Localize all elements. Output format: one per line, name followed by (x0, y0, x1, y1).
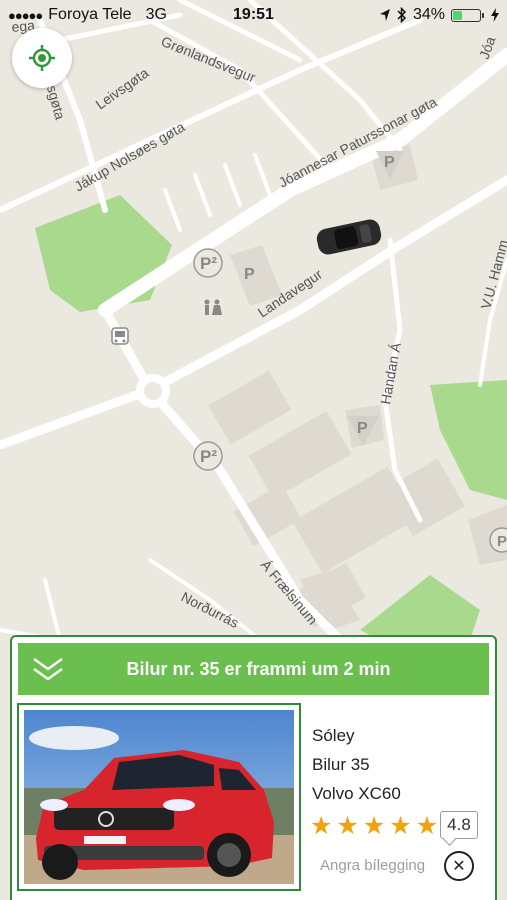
ride-info-panel: Bilur nr. 35 er frammi um 2 min Sóley Bi… (10, 635, 497, 900)
status-time: 19:51 (233, 6, 274, 23)
battery-percent: 34% (412, 6, 445, 23)
driver-name: Sóley (312, 726, 355, 745)
star-icon: ★ (389, 812, 412, 840)
star-icon: ★ (415, 812, 439, 840)
star-icon: ★ (336, 812, 359, 840)
car-image (24, 710, 294, 884)
parking-icon: P (244, 266, 255, 283)
charging-icon (491, 8, 499, 22)
status-bar: ●●●●● Foroya Tele 3G 19:51 34% (0, 0, 507, 30)
svg-text:P: P (244, 266, 255, 283)
cancel-booking-label[interactable]: Angra bílegging (320, 857, 425, 874)
car-photo-frame (17, 703, 301, 891)
arrival-banner[interactable]: Bilur nr. 35 er frammi um 2 min (18, 643, 489, 695)
parking-icon: P (489, 527, 507, 553)
location-arrow-icon (379, 9, 390, 21)
locate-me-button[interactable] (12, 28, 72, 88)
battery-icon (451, 8, 484, 22)
driver-info: Sóley Bilur 35 Volvo XC60 (312, 721, 401, 808)
roundabout (136, 374, 170, 408)
car-photo (24, 710, 294, 884)
svg-text:P: P (384, 154, 395, 171)
star-rating: ★ ★ ★ ★ ★ (310, 814, 438, 839)
double-chevron-down-icon (33, 657, 63, 681)
parking-icon: P² (193, 441, 223, 471)
svg-text:P²: P² (200, 254, 217, 273)
bluetooth-icon (397, 7, 407, 23)
close-icon: ✕ (452, 858, 466, 875)
rating-value: 4.8 (440, 811, 478, 839)
star-icon: ★ (362, 812, 386, 840)
star-icon: ★ (310, 812, 333, 840)
bus-stop-icon (111, 327, 129, 345)
arrival-message: Bilur nr. 35 er frammi um 2 min (126, 658, 391, 679)
collapse-button[interactable] (18, 643, 78, 695)
car-model: Volvo XC60 (312, 784, 401, 803)
parking-icon: P² (193, 248, 223, 278)
svg-text:P²: P² (200, 447, 217, 466)
cancel-booking-button[interactable]: ✕ (444, 851, 474, 881)
svg-text:P: P (357, 420, 368, 437)
crosshair-icon (29, 45, 55, 71)
svg-text:P: P (497, 533, 507, 550)
car-number: Bilur 35 (312, 755, 370, 774)
